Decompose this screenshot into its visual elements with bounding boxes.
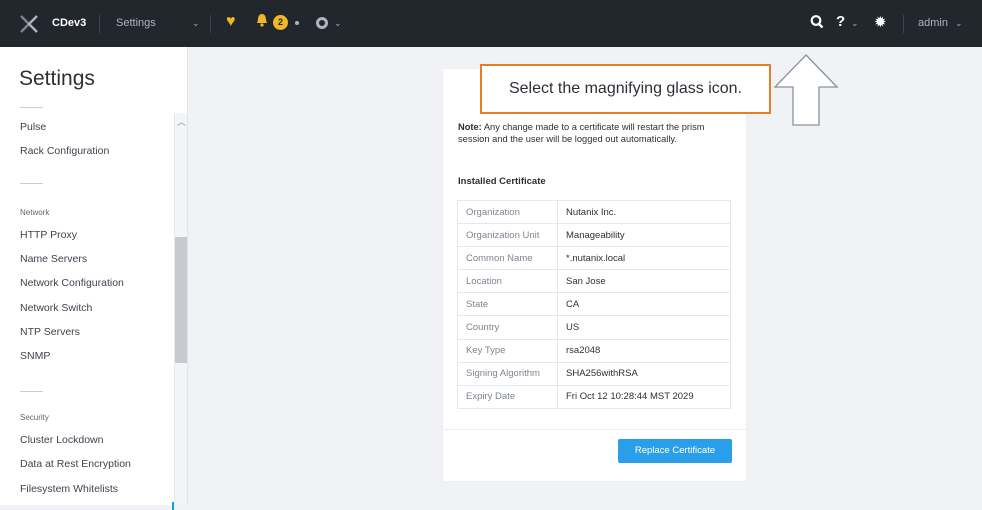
divider: [20, 107, 43, 108]
row-value: *.nutanix.local: [557, 246, 731, 271]
search-icon[interactable]: [810, 14, 824, 30]
sidebar-item-snmp[interactable]: SNMP: [20, 350, 50, 362]
instruction-callout: Select the magnifying glass icon.: [480, 64, 771, 114]
table-row: State CA: [457, 292, 731, 317]
row-key: Key Type: [457, 338, 558, 363]
sidebar-item-name-servers[interactable]: Name Servers: [20, 253, 87, 265]
gear-icon[interactable]: ✹: [874, 13, 887, 31]
user-menu[interactable]: admin: [918, 17, 948, 29]
divider: [20, 391, 43, 392]
health-heart-icon[interactable]: ♥: [226, 13, 236, 31]
row-key: State: [457, 292, 558, 317]
divider: [99, 15, 100, 33]
section-heading-security: Security: [20, 413, 49, 422]
sidebar-item-data-at-rest-encryption[interactable]: Data at Rest Encryption: [20, 458, 131, 470]
row-key: Location: [457, 269, 558, 294]
row-value: SHA256withRSA: [557, 361, 731, 386]
settings-sidebar: Settings Pulse Rack Configuration Networ…: [0, 47, 188, 510]
chevron-up-icon[interactable]: ︿: [177, 115, 186, 128]
row-key: Common Name: [457, 246, 558, 271]
divider: [443, 429, 746, 430]
table-row: Organization Unit Manageability: [457, 223, 731, 248]
nutanix-logo-icon[interactable]: [18, 13, 40, 35]
table-row: Country US: [457, 315, 731, 340]
table-row: Key Type rsa2048: [457, 338, 731, 363]
sidebar-item-rack-configuration[interactable]: Rack Configuration: [20, 145, 109, 157]
table-row: Signing Algorithm SHA256withRSA: [457, 361, 731, 386]
sidebar-item-network-configuration[interactable]: Network Configuration: [20, 277, 124, 289]
row-key: Country: [457, 315, 558, 340]
divider: [20, 183, 43, 184]
sidebar-item-ntp-servers[interactable]: NTP Servers: [20, 326, 80, 338]
sidebar-scrollbar[interactable]: ︿: [174, 113, 187, 505]
replace-certificate-button[interactable]: Replace Certificate: [618, 439, 732, 463]
row-key: Organization Unit: [457, 223, 558, 248]
section-heading-network: Network: [20, 208, 50, 217]
row-key: Expiry Date: [457, 384, 558, 409]
row-value: US: [557, 315, 731, 340]
row-key: Signing Algorithm: [457, 361, 558, 386]
help-icon[interactable]: ?: [836, 13, 845, 30]
bell-icon[interactable]: [256, 13, 268, 27]
sidebar-item-network-switch[interactable]: Network Switch: [20, 302, 92, 314]
restart-note: Note: Any change made to a certificate w…: [458, 122, 723, 145]
sidebar-item-filesystem-whitelists[interactable]: Filesystem Whitelists: [20, 483, 118, 495]
cluster-name[interactable]: CDev3: [52, 17, 86, 29]
sidebar-title: Settings: [19, 67, 95, 90]
table-row: Location San Jose: [457, 269, 731, 294]
row-value: rsa2048: [557, 338, 731, 363]
table-row: Expiry Date Fri Oct 12 10:28:44 MST 2029: [457, 384, 731, 409]
ssl-certificate-panel: Note: Any change made to a certificate w…: [443, 69, 746, 481]
installed-certificate-heading: Installed Certificate: [458, 176, 546, 187]
certificate-details-table: Organization Nutanix Inc. Organization Un…: [457, 199, 731, 409]
scrollbar-thumb[interactable]: [175, 237, 187, 363]
status-dot-icon: [295, 21, 299, 25]
alert-count-badge[interactable]: 2: [273, 15, 288, 30]
sidebar-item-http-proxy[interactable]: HTTP Proxy: [20, 229, 77, 241]
arrow-up-icon: [773, 54, 839, 126]
chevron-down-icon[interactable]: ⌄: [334, 18, 342, 29]
row-value: Manageability: [557, 223, 731, 248]
row-value: Fri Oct 12 10:28:44 MST 2029: [557, 384, 731, 409]
chevron-down-icon[interactable]: ⌄: [955, 18, 963, 29]
note-text: Any change made to a certificate will re…: [458, 122, 705, 144]
row-value: CA: [557, 292, 731, 317]
active-item-indicator: [172, 502, 174, 510]
table-row: Organization Nutanix Inc.: [457, 199, 731, 225]
table-row: Common Name *.nutanix.local: [457, 246, 731, 271]
divider: [903, 15, 904, 33]
row-value: San Jose: [557, 269, 731, 294]
row-key: Organization: [457, 199, 558, 225]
chevron-down-icon[interactable]: ⌄: [851, 18, 859, 29]
page-selector[interactable]: Settings: [116, 17, 156, 29]
top-navigation-bar: CDev3 Settings ⌄ ♥ 2 ⌄ ? ⌄ ✹ admin ⌄: [0, 0, 982, 47]
note-label: Note:: [458, 122, 482, 132]
task-circle-icon[interactable]: [316, 17, 328, 29]
divider: [210, 15, 211, 33]
row-value: Nutanix Inc.: [557, 199, 731, 225]
chevron-down-icon[interactable]: ⌄: [192, 18, 200, 29]
sidebar-item-cluster-lockdown[interactable]: Cluster Lockdown: [20, 434, 103, 446]
sidebar-item-pulse[interactable]: Pulse: [20, 121, 46, 133]
